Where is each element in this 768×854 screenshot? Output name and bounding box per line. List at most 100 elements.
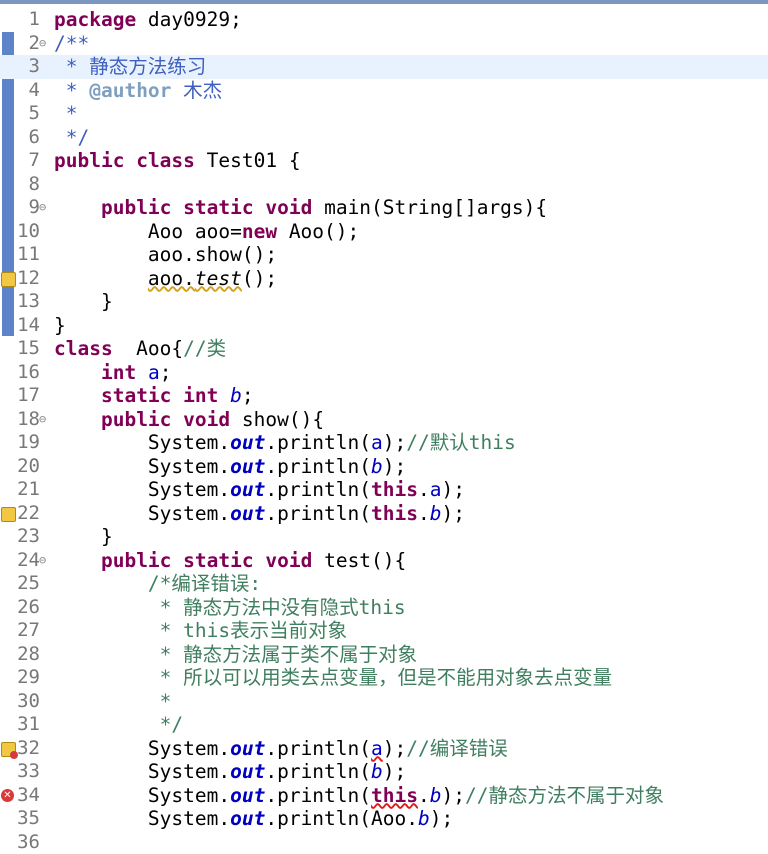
line-gutter[interactable]: 36: [0, 831, 52, 854]
code-line[interactable]: 21 System.out.println(this.a);: [0, 478, 768, 502]
code-text[interactable]: * 静态方法练习: [54, 55, 206, 79]
line-gutter[interactable]: 7: [0, 149, 52, 173]
line-gutter[interactable]: 32: [0, 737, 52, 761]
line-gutter[interactable]: 14: [0, 314, 52, 338]
line-gutter[interactable]: 5: [0, 102, 52, 126]
code-line[interactable]: 29 * 所以可以用类去点变量，但是不能用对象去点变量: [0, 666, 768, 690]
code-line[interactable]: ✕34 System.out.println(this.b);//静态方法不属于…: [0, 784, 768, 808]
code-line[interactable]: 2⊖/**: [0, 32, 768, 56]
code-text[interactable]: System.out.println(this.b);//静态方法不属于对象: [54, 784, 664, 808]
line-gutter[interactable]: 4: [0, 79, 52, 103]
code-line[interactable]: 35 System.out.println(Aoo.b);: [0, 807, 768, 831]
line-gutter[interactable]: 23: [0, 525, 52, 549]
line-gutter[interactable]: 13: [0, 290, 52, 314]
code-line[interactable]: 27 * this表示当前对象: [0, 619, 768, 643]
line-gutter[interactable]: 33: [0, 760, 52, 784]
code-text[interactable]: */: [54, 126, 89, 150]
code-line[interactable]: 5 *: [0, 102, 768, 126]
code-line[interactable]: 31 */: [0, 713, 768, 737]
code-line[interactable]: 15class Aoo{//类: [0, 337, 768, 361]
line-gutter[interactable]: 20: [0, 455, 52, 479]
code-line[interactable]: 22 System.out.println(this.b);: [0, 502, 768, 526]
code-text[interactable]: System.out.println(a);//编译错误: [54, 737, 508, 761]
code-line[interactable]: 6 */: [0, 126, 768, 150]
code-line[interactable]: 13 }: [0, 290, 768, 314]
code-line[interactable]: 32 System.out.println(a);//编译错误: [0, 737, 768, 761]
code-line[interactable]: 25 /*编译错误:: [0, 572, 768, 596]
line-gutter[interactable]: 28: [0, 643, 52, 667]
fold-toggle-icon[interactable]: ⊖: [39, 549, 46, 573]
code-text[interactable]: System.out.println(Aoo.b);: [54, 807, 453, 831]
line-gutter[interactable]: 11: [0, 243, 52, 267]
line-gutter[interactable]: 1: [0, 8, 52, 32]
code-text[interactable]: */: [54, 713, 183, 737]
code-text[interactable]: /**: [54, 32, 89, 56]
code-line[interactable]: 26 * 静态方法中没有隐式this: [0, 596, 768, 620]
line-gutter[interactable]: 30: [0, 690, 52, 714]
line-gutter[interactable]: 18⊖: [0, 408, 52, 432]
line-gutter[interactable]: 29: [0, 666, 52, 690]
code-line[interactable]: 28 * 静态方法属于类不属于对象: [0, 643, 768, 667]
code-text[interactable]: * this表示当前对象: [54, 619, 347, 643]
code-text[interactable]: public static void main(String[]args){: [54, 196, 547, 220]
line-gutter[interactable]: 27: [0, 619, 52, 643]
code-line[interactable]: 14}: [0, 314, 768, 338]
code-text[interactable]: * 静态方法属于类不属于对象: [54, 643, 417, 667]
code-text[interactable]: * 所以可以用类去点变量，但是不能用对象去点变量: [54, 666, 612, 690]
line-gutter[interactable]: 2⊖: [0, 32, 52, 56]
line-gutter[interactable]: ✕34: [0, 784, 52, 808]
code-line[interactable]: 12 aoo.test();: [0, 267, 768, 291]
code-text[interactable]: public static void test(){: [54, 549, 406, 573]
code-text[interactable]: Aoo aoo=new Aoo();: [54, 220, 359, 244]
code-text[interactable]: System.out.println(this.a);: [54, 478, 465, 502]
line-gutter[interactable]: 31: [0, 713, 52, 737]
code-line[interactable]: 1package day0929;: [0, 8, 768, 32]
code-text[interactable]: class Aoo{//类: [54, 337, 226, 361]
code-line[interactable]: 33 System.out.println(b);: [0, 760, 768, 784]
code-text[interactable]: * @author 木杰: [54, 79, 222, 103]
code-line[interactable]: 23 }: [0, 525, 768, 549]
fold-toggle-icon[interactable]: ⊖: [39, 196, 46, 220]
code-text[interactable]: }: [54, 314, 66, 338]
code-text[interactable]: public class Test01 {: [54, 149, 301, 173]
code-line[interactable]: 24⊖ public static void test(){: [0, 549, 768, 573]
code-text[interactable]: System.out.println(this.b);: [54, 502, 465, 526]
warning-icon[interactable]: [1, 507, 16, 522]
code-text[interactable]: }: [54, 290, 113, 314]
line-gutter[interactable]: 8: [0, 173, 52, 197]
code-text[interactable]: *: [54, 690, 171, 714]
code-text[interactable]: System.out.println(b);: [54, 760, 406, 784]
code-text[interactable]: * 静态方法中没有隐式this: [54, 596, 406, 620]
line-gutter[interactable]: 3: [0, 55, 52, 79]
line-gutter[interactable]: 25: [0, 572, 52, 596]
line-gutter[interactable]: 9⊖: [0, 196, 52, 220]
code-text[interactable]: /*编译错误:: [54, 572, 261, 596]
line-gutter[interactable]: 26: [0, 596, 52, 620]
code-line[interactable]: 19 System.out.println(a);//默认this: [0, 431, 768, 455]
code-text[interactable]: aoo.show();: [54, 243, 277, 267]
line-gutter[interactable]: 22: [0, 502, 52, 526]
code-line[interactable]: 8: [0, 173, 768, 197]
code-line[interactable]: 18⊖ public void show(){: [0, 408, 768, 432]
code-line[interactable]: 30 *: [0, 690, 768, 714]
code-line[interactable]: 9⊖ public static void main(String[]args)…: [0, 196, 768, 220]
warning-icon[interactable]: [1, 272, 16, 287]
error-icon[interactable]: ✕: [1, 789, 14, 802]
line-gutter[interactable]: 21: [0, 478, 52, 502]
code-text[interactable]: static int b;: [54, 384, 254, 408]
line-gutter[interactable]: 19: [0, 431, 52, 455]
fold-toggle-icon[interactable]: ⊖: [39, 408, 46, 432]
line-gutter[interactable]: 17: [0, 384, 52, 408]
code-line[interactable]: 7public class Test01 {: [0, 149, 768, 173]
code-text[interactable]: System.out.println(b);: [54, 455, 406, 479]
code-line[interactable]: 16 int a;: [0, 361, 768, 385]
code-text[interactable]: package day0929;: [54, 8, 242, 32]
code-editor[interactable]: 1package day0929;2⊖/**3 * 静态方法练习4 * @aut…: [0, 8, 768, 854]
code-text[interactable]: System.out.println(a);//默认this: [54, 431, 516, 455]
line-gutter[interactable]: 16: [0, 361, 52, 385]
code-line[interactable]: 10 Aoo aoo=new Aoo();: [0, 220, 768, 244]
code-line[interactable]: 11 aoo.show();: [0, 243, 768, 267]
code-line[interactable]: 36: [0, 831, 768, 854]
line-gutter[interactable]: 24⊖: [0, 549, 52, 573]
fold-toggle-icon[interactable]: ⊖: [39, 32, 46, 56]
